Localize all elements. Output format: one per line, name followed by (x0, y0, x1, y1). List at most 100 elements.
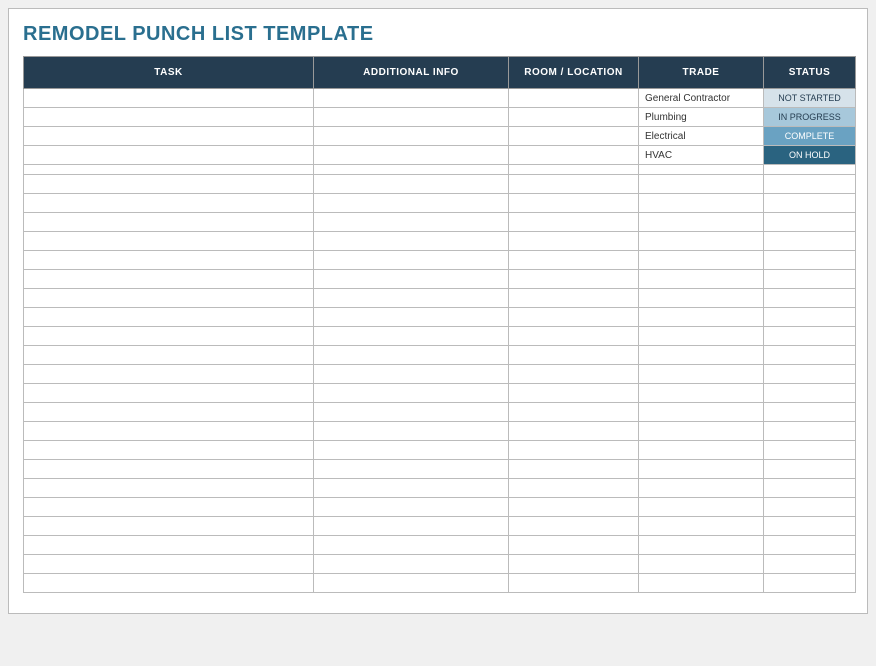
table-cell[interactable] (24, 270, 314, 289)
table-cell[interactable] (24, 251, 314, 270)
table-cell[interactable] (509, 127, 639, 146)
table-cell[interactable] (24, 108, 314, 127)
table-cell[interactable] (764, 403, 856, 422)
table-cell[interactable] (314, 213, 509, 232)
table-cell[interactable] (764, 574, 856, 593)
table-cell[interactable] (764, 270, 856, 289)
table-cell[interactable] (639, 460, 764, 479)
table-cell[interactable] (24, 308, 314, 327)
table-cell[interactable] (764, 441, 856, 460)
table-cell[interactable] (314, 146, 509, 165)
table-cell[interactable] (639, 574, 764, 593)
table-cell[interactable] (314, 536, 509, 555)
table-cell[interactable] (764, 213, 856, 232)
table-cell[interactable] (509, 213, 639, 232)
table-cell[interactable] (314, 384, 509, 403)
table-cell[interactable] (509, 327, 639, 346)
table-cell[interactable]: Plumbing (639, 108, 764, 127)
table-cell[interactable] (639, 327, 764, 346)
table-cell[interactable] (509, 194, 639, 213)
table-cell[interactable] (24, 441, 314, 460)
table-cell[interactable] (24, 498, 314, 517)
table-cell[interactable] (509, 555, 639, 574)
table-cell[interactable] (639, 289, 764, 308)
table-cell[interactable] (509, 365, 639, 384)
table-cell[interactable] (764, 327, 856, 346)
table-cell[interactable] (24, 213, 314, 232)
table-cell[interactable] (24, 327, 314, 346)
table-cell[interactable] (314, 346, 509, 365)
table-cell[interactable] (509, 384, 639, 403)
table-cell[interactable] (509, 146, 639, 165)
table-cell[interactable] (24, 422, 314, 441)
table-cell[interactable] (24, 365, 314, 384)
table-cell[interactable] (509, 232, 639, 251)
table-cell[interactable] (639, 346, 764, 365)
table-cell[interactable] (639, 441, 764, 460)
table-cell[interactable] (314, 89, 509, 108)
table-cell[interactable] (314, 498, 509, 517)
table-cell[interactable] (314, 270, 509, 289)
table-cell[interactable] (639, 536, 764, 555)
table-cell[interactable] (639, 251, 764, 270)
table-cell[interactable] (509, 403, 639, 422)
table-cell[interactable] (509, 308, 639, 327)
table-cell[interactable] (639, 403, 764, 422)
table-cell[interactable] (639, 422, 764, 441)
table-cell[interactable] (764, 498, 856, 517)
table-cell[interactable] (764, 346, 856, 365)
table-cell[interactable] (639, 232, 764, 251)
table-cell[interactable] (24, 536, 314, 555)
table-cell[interactable] (509, 536, 639, 555)
table-cell[interactable]: HVAC (639, 146, 764, 165)
table-cell[interactable] (509, 89, 639, 108)
table-cell[interactable] (639, 384, 764, 403)
table-cell[interactable] (509, 574, 639, 593)
table-cell[interactable]: ON HOLD (764, 146, 856, 165)
table-cell[interactable] (764, 536, 856, 555)
table-cell[interactable] (24, 89, 314, 108)
table-cell[interactable] (24, 555, 314, 574)
table-cell[interactable]: COMPLETE (764, 127, 856, 146)
table-cell[interactable] (24, 384, 314, 403)
table-cell[interactable] (639, 365, 764, 384)
table-cell[interactable] (24, 517, 314, 536)
table-cell[interactable] (764, 517, 856, 536)
table-cell[interactable] (639, 479, 764, 498)
table-cell[interactable] (764, 232, 856, 251)
table-cell[interactable] (24, 403, 314, 422)
table-cell[interactable] (509, 422, 639, 441)
table-cell[interactable] (639, 517, 764, 536)
table-cell[interactable] (509, 479, 639, 498)
table-cell[interactable] (24, 479, 314, 498)
table-cell[interactable] (24, 232, 314, 251)
table-cell[interactable] (314, 555, 509, 574)
table-cell[interactable] (24, 175, 314, 194)
table-cell[interactable] (509, 108, 639, 127)
table-cell[interactable] (639, 194, 764, 213)
table-cell[interactable] (764, 384, 856, 403)
table-cell[interactable] (764, 422, 856, 441)
table-cell[interactable] (314, 574, 509, 593)
table-cell[interactable] (314, 194, 509, 213)
table-cell[interactable]: Electrical (639, 127, 764, 146)
table-cell[interactable] (764, 175, 856, 194)
table-cell[interactable] (24, 574, 314, 593)
table-cell[interactable] (24, 460, 314, 479)
table-cell[interactable] (509, 289, 639, 308)
table-cell[interactable] (24, 146, 314, 165)
table-cell[interactable] (764, 555, 856, 574)
table-cell[interactable] (314, 327, 509, 346)
table-cell[interactable] (509, 498, 639, 517)
table-cell[interactable] (314, 441, 509, 460)
table-cell[interactable] (764, 479, 856, 498)
table-cell[interactable] (24, 346, 314, 365)
table-cell[interactable] (509, 251, 639, 270)
table-cell[interactable] (314, 108, 509, 127)
table-cell[interactable] (314, 422, 509, 441)
table-cell[interactable] (314, 517, 509, 536)
table-cell[interactable] (639, 175, 764, 194)
table-cell[interactable] (639, 498, 764, 517)
table-cell[interactable] (764, 365, 856, 384)
table-cell[interactable] (314, 479, 509, 498)
